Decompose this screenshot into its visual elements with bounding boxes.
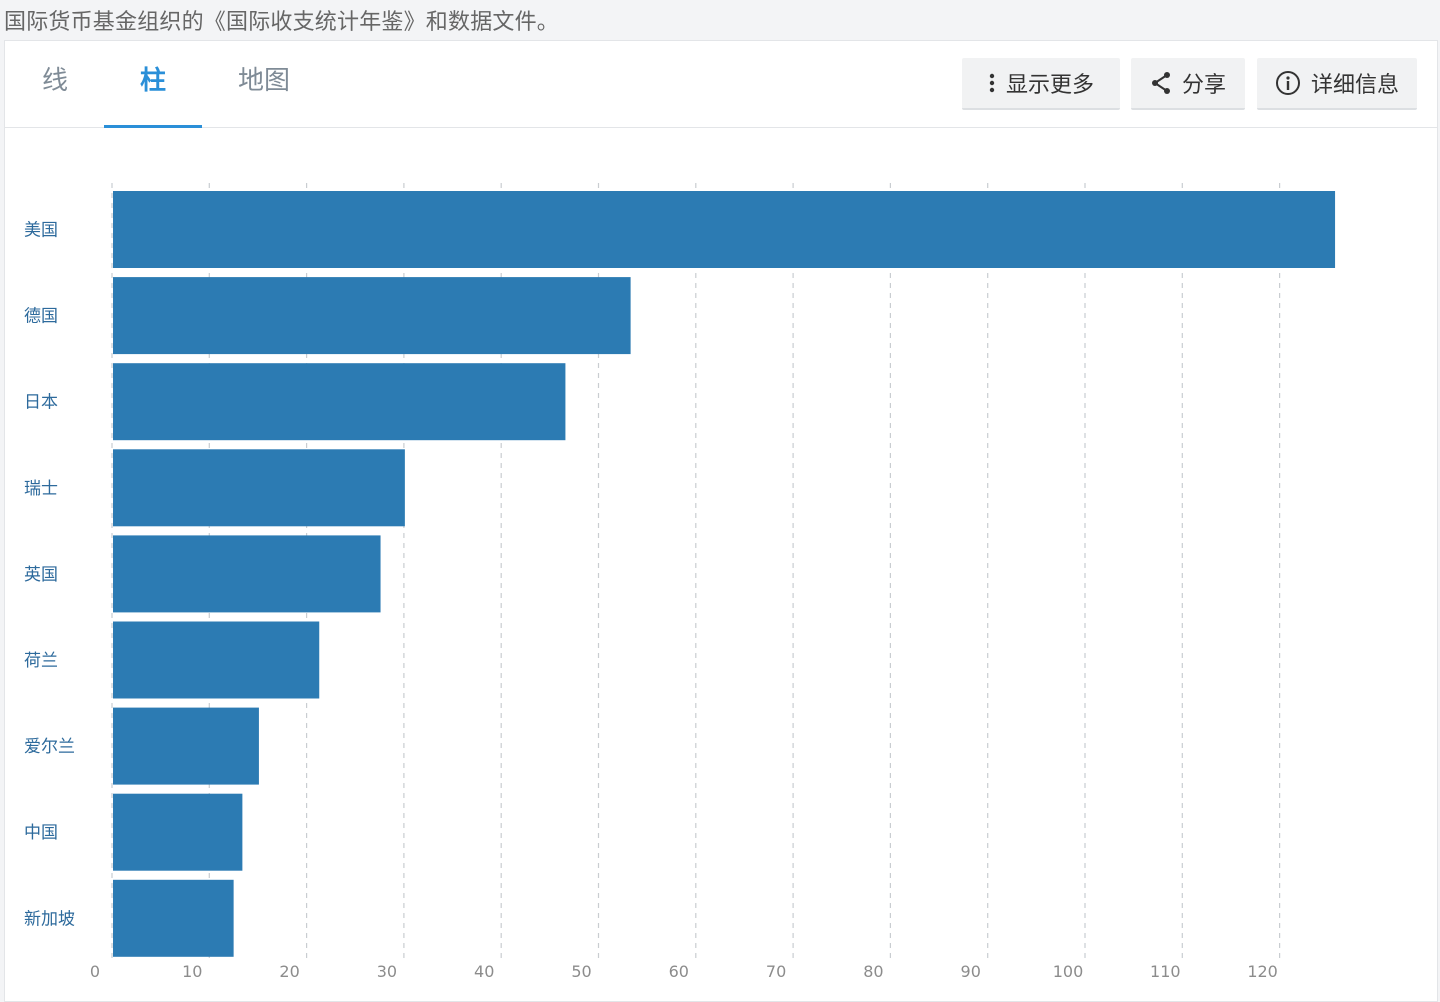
category-label: 瑞士 [24, 479, 58, 499]
bar [113, 707, 259, 785]
x-tick-label: 0 [90, 962, 100, 981]
bar [113, 449, 405, 527]
bar [113, 535, 381, 613]
category-label: 中国 [24, 823, 58, 843]
x-tick-label: 70 [766, 962, 786, 981]
x-tick-label: 60 [669, 962, 689, 981]
x-tick-label: 80 [863, 962, 883, 981]
bar-chart: 0 10 20 30 40 50 60 70 80 90 100 110 120 美国德国日本瑞士英国荷兰… [24, 183, 1336, 981]
category-label: 英国 [24, 565, 58, 585]
x-tick-label: 110 [1150, 962, 1181, 981]
x-tick-label: 30 [377, 962, 397, 981]
bar [113, 191, 1336, 268]
bar [113, 879, 234, 957]
category-label: 德国 [24, 307, 58, 327]
category-label: 日本 [24, 393, 58, 413]
category-label: 美国 [24, 221, 58, 241]
bar [113, 277, 631, 355]
category-label: 新加坡 [24, 909, 75, 929]
x-tick-label: 40 [474, 962, 494, 981]
x-tick-label: 100 [1053, 962, 1084, 981]
x-tick-label: 20 [279, 962, 299, 981]
bar [113, 621, 320, 699]
bar [113, 363, 566, 441]
bar [113, 793, 243, 871]
category-label: 荷兰 [24, 651, 58, 671]
x-tick-label: 50 [571, 962, 591, 981]
category-label: 爱尔兰 [24, 737, 75, 757]
x-tick-label: 90 [961, 962, 981, 981]
x-tick-label: 120 [1247, 962, 1278, 981]
x-tick-label: 10 [182, 962, 202, 981]
